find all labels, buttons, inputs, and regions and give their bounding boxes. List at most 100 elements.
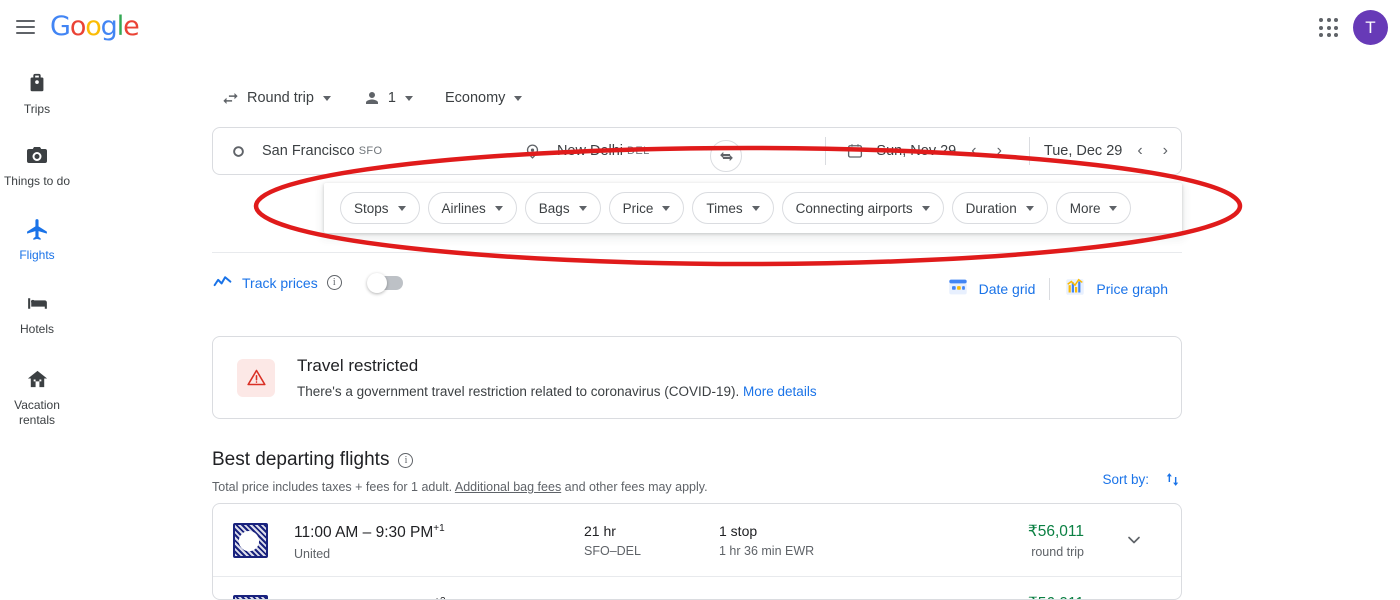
united-airlines-logo (233, 595, 268, 599)
filter-chip-more[interactable]: More (1055, 192, 1132, 224)
avatar[interactable]: T (1353, 10, 1388, 45)
chevron-down-icon (1109, 205, 1118, 211)
stops-value: 1 stop (719, 523, 758, 539)
disclaimer-text-a: Total price includes taxes + fees for 1 … (212, 480, 455, 494)
flight-times: 11:45 PM – 9:30 PM+2 United (294, 592, 584, 599)
track-prices-label[interactable]: Track prices (242, 275, 318, 291)
date-grid-label: Date grid (978, 281, 1036, 297)
return-next-day-button[interactable]: › (1158, 143, 1173, 159)
left-sidebar: Trips Things to do Flights Hotels Vacati (0, 56, 74, 600)
swap-horizontal-icon (221, 89, 240, 108)
filter-chip-duration[interactable]: Duration (951, 192, 1048, 224)
table-row[interactable]: 11:00 AM – 9:30 PM+1 United 21 hr SFO–DE… (213, 504, 1181, 576)
track-prices-toggle[interactable] (366, 272, 403, 293)
chip-label: Price (622, 200, 654, 216)
chip-label: Stops (354, 200, 389, 216)
chevron-down-icon (1128, 536, 1140, 544)
chip-label: Airlines (441, 200, 486, 216)
hamburger-menu-icon[interactable] (14, 15, 38, 39)
airline-name: United (294, 546, 331, 561)
location-pin-icon (524, 143, 541, 160)
price-graph-label: Price graph (1096, 281, 1168, 297)
sidebar-item-label: Trips (23, 102, 51, 116)
sidebar-item-things-to-do[interactable]: Things to do (0, 142, 74, 189)
filter-chip-times[interactable]: Times (692, 192, 774, 224)
notice-body: There's a government travel restriction … (297, 382, 817, 401)
additional-bag-fees-link[interactable]: Additional bag fees (455, 480, 561, 494)
departure-prev-day-button[interactable]: ‹ (966, 143, 981, 159)
filter-chip-stops[interactable]: Stops (340, 192, 420, 224)
chip-label: More (1069, 200, 1101, 216)
swap-airports-button[interactable] (710, 140, 742, 172)
sidebar-item-label: Hotels (19, 322, 54, 336)
house-icon (26, 366, 49, 392)
info-icon[interactable]: i (326, 275, 342, 290)
chevron-down-icon (494, 205, 503, 211)
filter-chip-bags[interactable]: Bags (524, 192, 601, 224)
sidebar-item-label: Things to do (3, 174, 71, 188)
flight-stops: 1 stop 1 hr 36 min EWR (719, 522, 934, 558)
united-airlines-logo (233, 522, 268, 558)
return-date[interactable]: Tue, Dec 29 ‹ › (1044, 143, 1181, 160)
google-flights-page: Google T Trips Things to do Flights Hote… (0, 0, 1400, 600)
apps-grid-icon[interactable] (1316, 15, 1342, 41)
sidebar-item-label: Vacation rentals (14, 398, 60, 427)
sidebar-item-flights[interactable]: Flights (0, 216, 74, 263)
notice-title: Travel restricted (297, 356, 419, 375)
passengers-selector[interactable]: 1 (354, 80, 422, 116)
flight-search-box: San Francisco SFO New Delhi DEL Sun, Nov… (212, 127, 1182, 175)
filter-chips-row: Stops Airlines Bags Price Times Connecti… (324, 183, 1182, 233)
price-graph-icon (1064, 276, 1086, 303)
swap-arrows-icon (719, 151, 733, 161)
chip-label: Times (706, 200, 743, 216)
sort-arrows-icon (1163, 470, 1182, 489)
price-graph-button[interactable]: Price graph (1050, 272, 1182, 306)
sidebar-item-vacation-rentals[interactable]: Vacation rentals (0, 366, 74, 428)
departure-next-day-button[interactable]: › (992, 143, 1007, 159)
origin-circle-icon (231, 144, 246, 159)
google-logo[interactable]: Google (50, 12, 140, 42)
luggage-icon (26, 70, 48, 96)
person-icon (363, 89, 381, 107)
chip-label: Duration (965, 200, 1017, 216)
destination-city: New Delhi (556, 143, 624, 159)
sort-by-button[interactable]: Sort by: (1102, 470, 1182, 489)
chip-label: Bags (538, 200, 570, 216)
filter-chip-price[interactable]: Price (608, 192, 685, 224)
destination-input[interactable]: New Delhi DEL (506, 128, 786, 174)
flight-price: ₹56,011 round trip (934, 594, 1084, 599)
passengers-count: 1 (387, 90, 396, 106)
camera-icon (25, 142, 49, 168)
chevron-down-icon (662, 205, 671, 211)
return-prev-day-button[interactable]: ‹ (1132, 143, 1147, 159)
chevron-down-icon (921, 205, 930, 211)
filter-chip-connecting-airports[interactable]: Connecting airports (781, 192, 944, 224)
info-icon[interactable]: i (398, 452, 414, 468)
flight-duration: 32 hr 15 min SFO–DEL (584, 595, 719, 600)
sort-by-label: Sort by: (1102, 472, 1149, 487)
expand-flight-button[interactable] (1084, 530, 1144, 550)
more-details-link[interactable]: More details (743, 384, 817, 399)
sidebar-item-hotels[interactable]: Hotels (0, 290, 74, 337)
route-value: SFO–DEL (584, 544, 641, 558)
origin-city: San Francisco (262, 143, 355, 159)
track-prices-row: Track prices i Date grid Price graph (212, 272, 1182, 306)
bed-icon (25, 290, 50, 316)
sidebar-item-label: Flights (19, 248, 55, 262)
trending-line-icon (212, 272, 233, 293)
chip-label: Connecting airports (795, 200, 913, 216)
trip-type-label: Round trip (247, 90, 314, 106)
price-disclaimer: Total price includes taxes + fees for 1 … (212, 479, 1182, 496)
table-row[interactable]: 11:45 PM – 9:30 PM+2 United 32 hr 15 min… (213, 576, 1181, 600)
chevron-down-icon (578, 205, 587, 211)
departure-date[interactable]: Sun, Nov 29 ‹ › (876, 143, 1014, 160)
date-grid-button[interactable]: Date grid (933, 272, 1050, 306)
trip-type-selector[interactable]: Round trip (212, 80, 340, 116)
search-options-row: Round trip 1 Economy (212, 78, 1182, 118)
sidebar-item-trips[interactable]: Trips (0, 70, 74, 117)
filter-chip-airlines[interactable]: Airlines (427, 192, 517, 224)
disclaimer-text-b: and other fees may apply. (561, 480, 708, 494)
destination-code: DEL (627, 145, 650, 157)
cabin-class-selector[interactable]: Economy (436, 80, 531, 116)
origin-input[interactable]: San Francisco SFO (213, 128, 493, 174)
